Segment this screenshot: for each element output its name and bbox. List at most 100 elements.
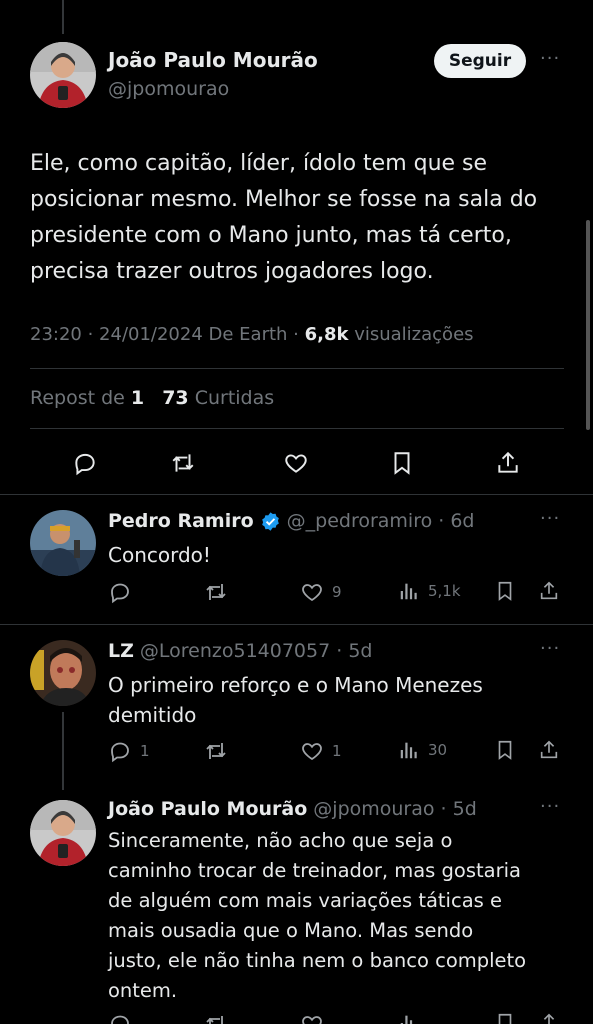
share-button[interactable] <box>538 580 560 602</box>
reply-handle-time[interactable]: @Lorenzo51407057 · 5d <box>140 640 373 662</box>
reply-button[interactable]: 1 <box>108 739 150 763</box>
retweet-icon <box>206 584 226 600</box>
retweet-button[interactable] <box>204 739 236 763</box>
bookmark-button[interactable] <box>494 739 516 761</box>
share-icon <box>543 1013 555 1024</box>
reply-icon <box>111 1015 129 1024</box>
likes-count[interactable]: 73 <box>162 387 188 409</box>
reply-header: LZ @Lorenzo51407057 · 5d <box>108 640 372 662</box>
tweet-text-line: Ele, como capitão, líder, ídolo tem que … <box>30 151 488 176</box>
reply-icon <box>75 453 95 476</box>
more-options-icon[interactable]: ··· <box>540 48 560 69</box>
repost-count[interactable]: 1 <box>131 387 144 409</box>
views-label: visualizações <box>354 324 474 345</box>
heart-icon <box>302 1016 322 1024</box>
retweet-button[interactable] <box>204 580 236 604</box>
bookmark-icon <box>498 740 512 760</box>
follow-button[interactable]: Seguir <box>434 44 526 78</box>
views-icon <box>400 742 417 759</box>
like-button[interactable]: 9 <box>300 580 342 604</box>
tweet-meta: 23:20 · 24/01/2024 De Earth · 6,8k visua… <box>30 324 474 345</box>
author-handle[interactable]: @jpomourao <box>108 78 229 100</box>
views-icon <box>400 1015 413 1024</box>
reply-button[interactable] <box>72 450 98 476</box>
reply-header: João Paulo Mourão @jpomourao · 5d <box>108 798 477 820</box>
views-button[interactable]: 30 <box>398 739 447 761</box>
share-button[interactable] <box>538 1012 560 1024</box>
share-icon <box>540 581 558 600</box>
reply-author-name[interactable]: Pedro Ramiro <box>108 510 254 532</box>
avatar[interactable] <box>30 800 96 866</box>
reply-text-line: Sinceramente, não acho que seja o <box>108 829 453 852</box>
tweet-stats: Repost de 1 73 Curtidas <box>30 387 274 409</box>
reply-count: 1 <box>140 742 150 760</box>
reply-button[interactable] <box>108 580 140 604</box>
like-button[interactable] <box>283 450 309 476</box>
author-name[interactable]: João Paulo Mourão <box>108 48 318 72</box>
share-button[interactable] <box>538 739 560 761</box>
views-count: 30 <box>428 741 448 759</box>
like-count: 1 <box>332 742 342 760</box>
bookmark-icon <box>394 452 410 475</box>
more-options-icon[interactable]: ··· <box>540 796 560 817</box>
tweet-text-line: posicionar mesmo. Melhor se fosse na sal… <box>30 187 538 212</box>
repost-label[interactable]: Repost de <box>30 387 125 409</box>
bookmark-button[interactable] <box>389 450 415 476</box>
reply-text: Sinceramente, não acho que seja o caminh… <box>108 826 526 1006</box>
reply-handle-time[interactable]: @jpomourao · 5d <box>313 798 477 820</box>
views-count: 5,1k <box>428 582 461 600</box>
like-button[interactable]: 1 <box>300 739 342 763</box>
tweet-text-line: precisa trazer outros jogadores logo. <box>30 259 434 284</box>
thread-line <box>62 712 64 790</box>
reply-text-line: Concordo! <box>108 543 211 567</box>
avatar[interactable] <box>30 640 96 706</box>
divider <box>0 494 593 495</box>
retweet-icon <box>206 743 226 759</box>
bookmark-icon <box>498 1013 512 1024</box>
like-count: 9 <box>332 583 342 601</box>
tweet-timestamp[interactable]: 23:20 · 24/01/2024 De Earth · <box>30 324 299 345</box>
reply-text-line: caminho trocar de treinador, mas gostari… <box>108 859 521 882</box>
avatar[interactable] <box>30 42 96 108</box>
reply-button[interactable] <box>108 1012 132 1024</box>
scrollbar[interactable] <box>586 220 590 430</box>
divider <box>30 368 564 369</box>
share-icon <box>498 451 518 473</box>
reply-icon <box>111 583 129 604</box>
views-button[interactable]: 5,1k <box>398 580 461 602</box>
more-options-icon[interactable]: ··· <box>540 508 560 529</box>
retweet-button[interactable] <box>170 450 196 476</box>
views-icon <box>400 583 417 600</box>
share-button[interactable] <box>495 450 521 476</box>
views-count: 6,8k <box>304 324 349 345</box>
bookmark-button[interactable] <box>494 580 516 602</box>
verified-badge-icon <box>261 511 279 531</box>
reply-handle-time[interactable]: @_pedroramiro · 6d <box>287 510 475 532</box>
reply-text: O primeiro reforço e o Mano Menezes demi… <box>108 670 483 730</box>
likes-label[interactable]: Curtidas <box>195 387 274 409</box>
reply-text-line: de alguém com mais variações táticas e <box>108 889 502 912</box>
bookmark-button[interactable] <box>494 1012 516 1024</box>
tweet-text-line: presidente com o Mano junto, mas tá cert… <box>30 223 512 248</box>
heart-icon <box>285 454 307 473</box>
retweet-icon <box>206 1016 223 1024</box>
reply-text-line: ontem. <box>108 979 178 1002</box>
views-button[interactable] <box>398 1012 420 1024</box>
tweet-text: Ele, como capitão, líder, ídolo tem que … <box>30 146 537 290</box>
share-icon <box>540 740 558 759</box>
avatar[interactable] <box>30 510 96 576</box>
like-button[interactable] <box>300 1012 324 1024</box>
reply-text-line: O primeiro reforço e o Mano Menezes <box>108 673 483 697</box>
divider <box>0 624 593 625</box>
reply-author-name[interactable]: João Paulo Mourão <box>108 798 307 820</box>
retweet-icon <box>172 454 194 472</box>
retweet-button[interactable] <box>204 1012 228 1024</box>
more-options-icon[interactable]: ··· <box>540 638 560 659</box>
reply-text-line: mais ousadia que o Mano. Mas sendo <box>108 919 474 942</box>
reply-author-name[interactable]: LZ <box>108 640 134 662</box>
reply-text: Concordo! <box>108 540 211 570</box>
divider <box>30 428 564 429</box>
reply-text-line: demitido <box>108 703 197 727</box>
reply-icon <box>111 742 129 763</box>
heart-icon <box>302 584 322 602</box>
